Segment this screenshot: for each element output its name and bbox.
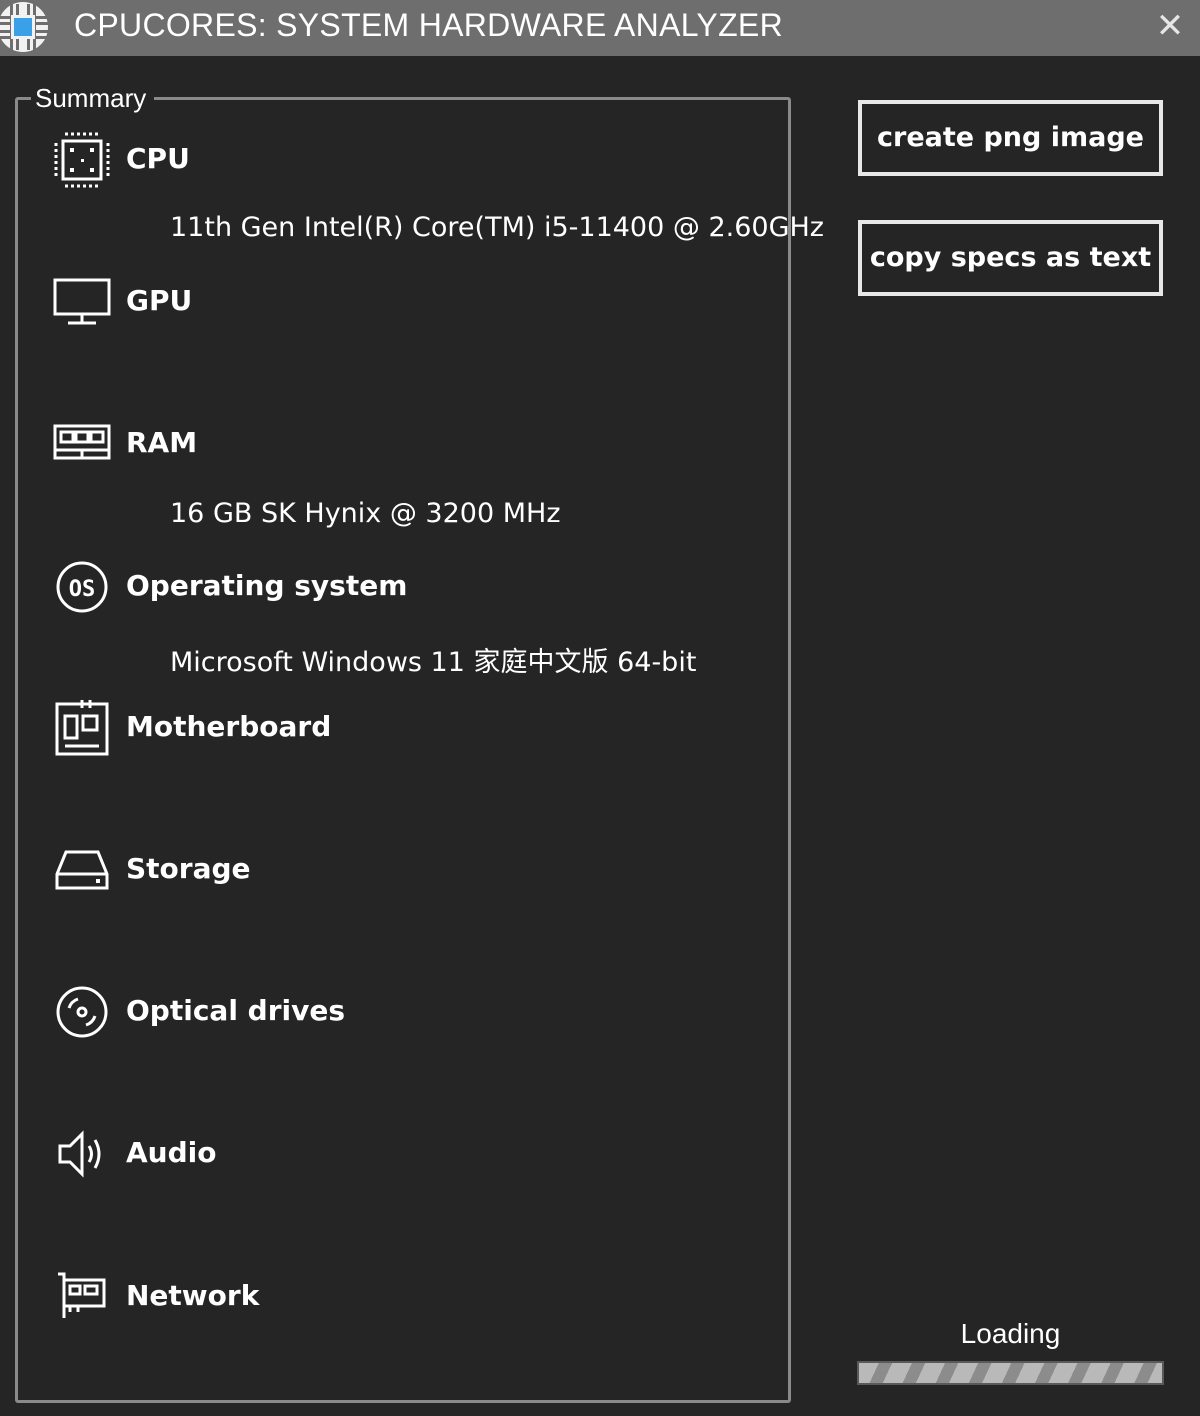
ram-icon (52, 414, 112, 474)
section-label: Audio (126, 1136, 217, 1169)
cpu-icon (52, 130, 112, 190)
summary-panel: Summary CPU 11th Gen Intel(R) Core(TM) i… (15, 83, 824, 1403)
section-label: Storage (126, 852, 251, 885)
summary-legend: Summary (31, 83, 155, 113)
os-icon: OS (52, 557, 112, 617)
section-label: Optical drives (126, 994, 346, 1027)
window-title: CPUCORES: SYSTEM HARDWARE ANALYZER (74, 7, 783, 43)
section-label: Motherboard (126, 710, 332, 743)
hard-drive-icon (52, 840, 112, 900)
loading-progress-bar (857, 1361, 1164, 1385)
copy-specs-as-text-button[interactable]: copy specs as text (858, 220, 1163, 296)
section-value: 11th Gen Intel(R) Core(TM) i5-11400 @ 2.… (170, 212, 824, 243)
section-value: 16 GB SK Hynix @ 3200 MHz (170, 498, 561, 529)
svg-text:OS: OS (69, 577, 96, 602)
monitor-icon (52, 272, 112, 332)
create-png-image-button[interactable]: create png image (858, 100, 1163, 176)
loading-label: Loading (960, 1318, 1061, 1349)
section-label: Network (126, 1279, 260, 1312)
speaker-icon (52, 1124, 112, 1184)
disc-icon (52, 982, 112, 1042)
close-button[interactable]: ✕ (1146, 4, 1194, 48)
section-label: Operating system (126, 569, 408, 602)
title-bar: CPUCORES: SYSTEM HARDWARE ANALYZER ✕ (0, 0, 1200, 56)
section-label: RAM (126, 426, 198, 459)
loading-progress-fill (859, 1363, 1162, 1383)
motherboard-icon (52, 698, 112, 758)
section-label: CPU (126, 142, 190, 175)
network-card-icon (52, 1266, 112, 1326)
app-logo-icon (0, 2, 48, 52)
section-label: GPU (126, 284, 193, 317)
section-value: Microsoft Windows 11 家庭中文版 64-bit (170, 647, 697, 678)
